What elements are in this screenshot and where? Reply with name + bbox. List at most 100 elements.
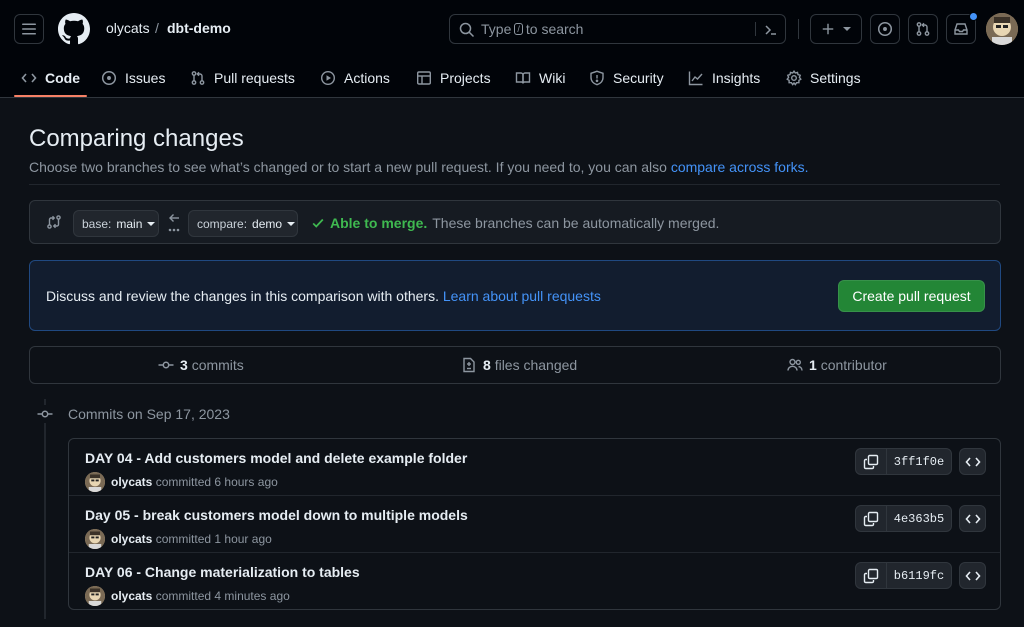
issue-opened-icon bbox=[101, 70, 117, 86]
git-commit-icon bbox=[36, 405, 54, 423]
compare-branch-name: demo bbox=[252, 216, 283, 231]
menu-button[interactable] bbox=[14, 14, 44, 44]
active-tab-underline bbox=[14, 95, 87, 97]
commit-row: Day 05 - break customers model down to m… bbox=[69, 496, 1000, 553]
play-icon bbox=[320, 70, 336, 86]
copy-sha-button[interactable] bbox=[856, 449, 887, 474]
copy-sha-button[interactable] bbox=[856, 506, 887, 531]
tab-code[interactable]: Code bbox=[21, 58, 80, 98]
commits-count: 3 bbox=[180, 357, 188, 373]
tab-issues[interactable]: Issues bbox=[101, 58, 165, 98]
commit-sha-link[interactable]: b6119fc bbox=[887, 563, 951, 588]
issues-button[interactable] bbox=[870, 14, 900, 44]
create-new-button[interactable] bbox=[810, 14, 862, 44]
commit-time: 4 minutes ago bbox=[214, 589, 290, 603]
chevron-down-icon bbox=[147, 221, 156, 226]
compare-branch-prefix: compare: bbox=[197, 216, 248, 231]
commit-author-avatar[interactable] bbox=[85, 586, 105, 606]
inbox-button[interactable] bbox=[946, 12, 978, 44]
commit-author-link[interactable]: olycats bbox=[111, 475, 152, 489]
search-input[interactable]: Type / to search bbox=[449, 14, 786, 44]
commit-sha-group: 3ff1f0e bbox=[855, 448, 952, 475]
book-icon bbox=[515, 72, 531, 84]
commit-verb: committed bbox=[155, 532, 212, 546]
repo-name-link[interactable]: dbt-demo bbox=[167, 20, 231, 36]
hamburger-icon bbox=[22, 23, 36, 35]
commit-author-link[interactable]: olycats bbox=[111, 532, 152, 546]
commit-meta: olycats committed 1 hour ago bbox=[85, 529, 272, 549]
learn-about-pull-requests-link[interactable]: Learn about pull requests bbox=[443, 288, 601, 304]
compare-branch-select[interactable]: compare: demo bbox=[188, 210, 298, 237]
commit-row: DAY 04 - Add customers model and delete … bbox=[69, 439, 1000, 496]
table-icon bbox=[417, 71, 432, 85]
tab-wiki[interactable]: Wiki bbox=[515, 58, 565, 98]
tab-settings[interactable]: Settings bbox=[786, 58, 861, 98]
contributors-link[interactable]: 1 contributor bbox=[787, 357, 887, 373]
copy-icon bbox=[863, 568, 879, 583]
repo-owner-link[interactable]: olycats bbox=[106, 20, 150, 36]
github-logo-icon[interactable] bbox=[58, 13, 90, 45]
code-icon bbox=[964, 570, 981, 581]
commit-author-avatar[interactable] bbox=[85, 472, 105, 492]
code-icon bbox=[21, 73, 37, 83]
commit-message-link[interactable]: Day 05 - break customers model down to m… bbox=[85, 507, 468, 523]
commits-count-link[interactable]: 3 commits bbox=[158, 357, 244, 373]
tab-pull-requests[interactable]: Pull requests bbox=[190, 58, 295, 98]
create-pull-request-button[interactable]: Create pull request bbox=[838, 280, 985, 312]
graph-icon bbox=[688, 71, 703, 86]
plus-icon bbox=[822, 23, 834, 35]
chevron-down-icon bbox=[843, 27, 851, 31]
tab-projects[interactable]: Projects bbox=[416, 58, 491, 98]
issue-opened-icon bbox=[877, 21, 893, 37]
commit-meta: olycats committed 4 minutes ago bbox=[85, 586, 290, 606]
git-pull-request-icon bbox=[191, 71, 205, 85]
tab-settings-label: Settings bbox=[810, 70, 861, 86]
compare-summary: 3 commits 8 files changed 1 contributor bbox=[29, 346, 1001, 384]
command-palette-icon[interactable] bbox=[763, 22, 779, 38]
commit-message-link[interactable]: DAY 06 - Change materialization to table… bbox=[85, 564, 360, 580]
commit-verb: committed bbox=[155, 589, 212, 603]
commit-message-link[interactable]: DAY 04 - Add customers model and delete … bbox=[85, 450, 467, 466]
search-placeholder: Type / to search bbox=[481, 21, 583, 37]
tab-actions[interactable]: Actions bbox=[320, 58, 390, 98]
merge-status-label: Able to merge. bbox=[330, 215, 428, 231]
git-compare-icon bbox=[47, 215, 61, 229]
files-label: files changed bbox=[494, 357, 578, 373]
tab-security[interactable]: Security bbox=[589, 58, 664, 98]
merge-status: Able to merge. These branches can be aut… bbox=[311, 215, 719, 231]
timeline-line bbox=[44, 399, 46, 619]
browse-repo-at-commit-button[interactable] bbox=[959, 562, 986, 589]
browse-repo-at-commit-button[interactable] bbox=[959, 505, 986, 532]
commit-sha-link[interactable]: 4e363b5 bbox=[887, 506, 951, 531]
tab-insights-label: Insights bbox=[712, 70, 761, 86]
tab-insights[interactable]: Insights bbox=[688, 58, 760, 98]
tab-pull-requests-label: Pull requests bbox=[214, 70, 295, 86]
arrow-left-icon bbox=[168, 214, 180, 232]
shield-icon bbox=[590, 70, 604, 86]
commit-author-link[interactable]: olycats bbox=[111, 589, 152, 603]
compare-across-forks-link[interactable]: compare across forks. bbox=[671, 159, 809, 175]
user-avatar[interactable] bbox=[986, 13, 1018, 45]
tab-wiki-label: Wiki bbox=[539, 70, 566, 86]
commit-verb: committed bbox=[155, 475, 212, 489]
pull-requests-button[interactable] bbox=[908, 14, 938, 44]
base-branch-select[interactable]: base: main bbox=[73, 210, 159, 237]
code-icon bbox=[964, 456, 981, 467]
git-pull-request-icon bbox=[916, 22, 930, 36]
page-title: Comparing changes bbox=[29, 125, 244, 152]
files-changed-link[interactable]: 8 files changed bbox=[461, 357, 577, 373]
create-pr-banner: Discuss and review the changes in this c… bbox=[29, 260, 1001, 331]
top-bar: olycats / dbt-demo Type / to search bbox=[0, 0, 1024, 58]
tab-projects-label: Projects bbox=[440, 70, 491, 86]
browse-repo-at-commit-button[interactable] bbox=[959, 448, 986, 475]
contributors-count: 1 bbox=[809, 357, 817, 373]
commit-sha-link[interactable]: 3ff1f0e bbox=[887, 449, 951, 474]
search-placeholder-suffix: to search bbox=[525, 21, 584, 37]
commit-time: 1 hour ago bbox=[214, 532, 272, 546]
base-branch-name: main bbox=[116, 216, 143, 231]
range-editor: base: main compare: demo Able to merge. … bbox=[29, 200, 1001, 244]
copy-sha-button[interactable] bbox=[856, 563, 887, 588]
repo-nav: Code Issues Pull requests Actions Projec… bbox=[0, 58, 1024, 98]
commit-author-avatar[interactable] bbox=[85, 529, 105, 549]
banner-message: Discuss and review the changes in this c… bbox=[46, 288, 601, 304]
